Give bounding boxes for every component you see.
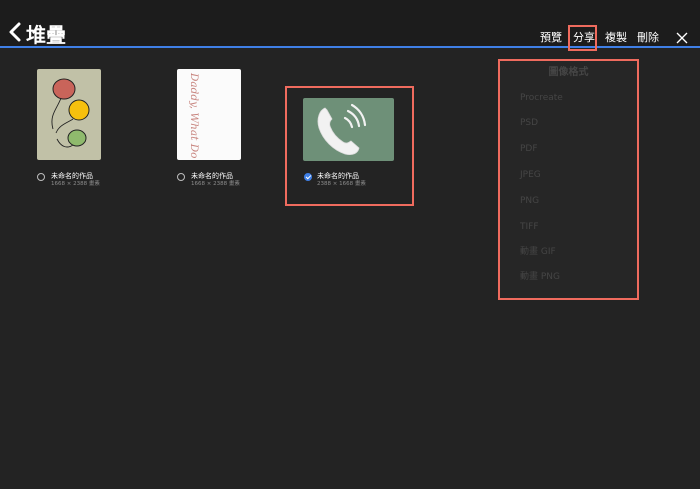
- page-title: 堆疊: [26, 23, 66, 47]
- artwork-name: 未命名的作品: [51, 172, 93, 180]
- close-icon[interactable]: [676, 32, 688, 44]
- copy-button[interactable]: 複製: [605, 30, 627, 46]
- artwork-dimensions: 1668 × 2388 畫素: [191, 181, 240, 187]
- format-option-jpeg[interactable]: JPEG: [520, 170, 541, 181]
- back-chevron-icon[interactable]: [8, 21, 22, 43]
- export-format-popover: 圖像格式 Procreate PSD PDF JPEG PNG TIFF 動畫 …: [498, 59, 639, 300]
- artwork-thumbnail-balloons[interactable]: [37, 69, 101, 160]
- format-option-png[interactable]: PNG: [520, 196, 539, 207]
- delete-button[interactable]: 刪除: [637, 30, 659, 46]
- format-option-apng[interactable]: 動畫 PNG: [520, 272, 560, 283]
- format-option-pdf[interactable]: PDF: [520, 144, 538, 155]
- share-highlight-box: [568, 25, 597, 51]
- format-option-tiff[interactable]: TIFF: [520, 222, 539, 233]
- artwork-thumbnail-handwriting[interactable]: Daddy, What Do You Really D. ?: [177, 69, 241, 160]
- select-radio[interactable]: [37, 173, 45, 181]
- balloons-drawing: [51, 78, 90, 148]
- selection-highlight-box: [285, 86, 414, 206]
- format-option-gif[interactable]: 動畫 GIF: [520, 247, 556, 258]
- format-option-psd[interactable]: PSD: [520, 118, 538, 129]
- artwork-name: 未命名的作品: [191, 172, 233, 180]
- popover-title: 圖像格式: [548, 67, 589, 78]
- preview-button[interactable]: 預覽: [540, 30, 562, 46]
- artwork-dimensions: 1668 × 2388 畫素: [51, 181, 100, 187]
- handwriting-drawing: Daddy, What Do You Really D. ?: [188, 72, 200, 160]
- handwriting-text: Daddy, What Do You Really D. ?: [188, 72, 200, 160]
- format-option-procreate[interactable]: Procreate: [520, 93, 563, 104]
- select-radio[interactable]: [177, 173, 185, 181]
